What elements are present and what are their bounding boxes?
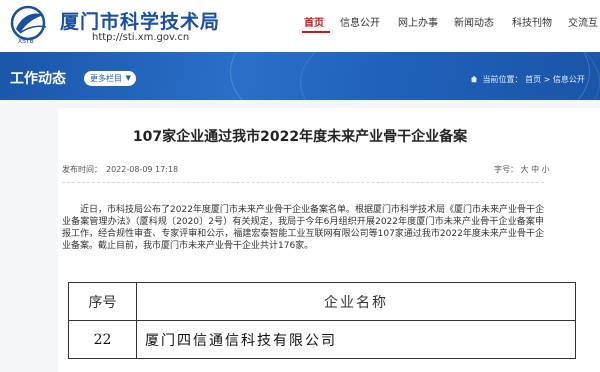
section-banner: 工作动态 更多栏目 ▼ 当前位置： 首页 > 信息公开 <box>0 52 600 100</box>
more-columns-label: 更多栏目 <box>90 74 122 83</box>
nav-item-online-services[interactable]: 网上办事 <box>398 14 438 29</box>
nav-item-publications[interactable]: 科技刊物 <box>512 14 552 29</box>
nav-item-news[interactable]: 新闻动态 <box>454 14 494 29</box>
table-header-no: 序号 <box>68 282 137 321</box>
site-header: XSTB 厦门市科学技术局 http://sti.xm.gov.cn 首页 信息… <box>0 0 600 52</box>
bureau-logo-icon[interactable]: XSTB <box>8 5 52 45</box>
table-cell-no: 22 <box>68 320 137 359</box>
breadcrumb-home-link[interactable]: 首页 <box>525 75 541 84</box>
publish-meta: 发布时间： 2022-08-09 17:18 <box>62 164 178 175</box>
section-title: 工作动态 <box>10 71 66 87</box>
breadcrumb-separator: > <box>543 75 551 84</box>
site-url: http://sti.xm.gov.cn <box>92 32 190 43</box>
meta-divider <box>62 182 544 183</box>
table-row: 22 厦门四信通信科技有限公司 <box>68 320 576 359</box>
nav-active-underline <box>302 31 330 33</box>
nav-item-home[interactable]: 首页 <box>302 14 330 33</box>
breadcrumb-current-link[interactable]: 信息公开 <box>553 75 585 84</box>
table-header-row: 序号 企业名称 <box>68 282 576 321</box>
publish-label: 发布时间： <box>62 165 102 174</box>
font-size-large[interactable]: 大 <box>521 165 529 174</box>
nav-item-label: 首页 <box>304 18 324 29</box>
article-body: 近日，市科技局公布了2022年度厦门市未来产业骨干企业备案名单。根据厦门市科学技… <box>62 205 544 251</box>
nav-item-interaction[interactable]: 交流互 <box>568 14 598 29</box>
font-size-medium[interactable]: 中 <box>531 165 539 174</box>
nav-item-info-public[interactable]: 信息公开 <box>340 14 380 29</box>
table-header-name: 企业名称 <box>136 282 576 321</box>
article-title: 107家企业通过我市2022年度未来产业骨干企业备案 <box>132 129 468 145</box>
chevron-down-icon: ▼ <box>125 74 131 82</box>
font-size-small[interactable]: 小 <box>542 165 550 174</box>
table-cell-name: 厦门四信通信科技有限公司 <box>136 320 576 359</box>
company-table: 序号 企业名称 22 厦门四信通信科技有限公司 <box>68 282 576 359</box>
publish-time: 2022-08-09 17:18 <box>106 165 179 174</box>
font-size-label: 字号： <box>494 165 518 174</box>
breadcrumb: 当前位置： 首页 > 信息公开 <box>470 74 585 85</box>
more-columns-button[interactable]: 更多栏目 ▼ <box>84 71 136 86</box>
home-icon <box>470 75 478 83</box>
logo-text: XSTB <box>18 38 34 45</box>
site-title[interactable]: 厦门市科学技术局 <box>60 7 220 34</box>
breadcrumb-prefix: 当前位置： <box>482 75 523 84</box>
font-size-selector: 字号： 大 中 小 <box>494 164 550 175</box>
